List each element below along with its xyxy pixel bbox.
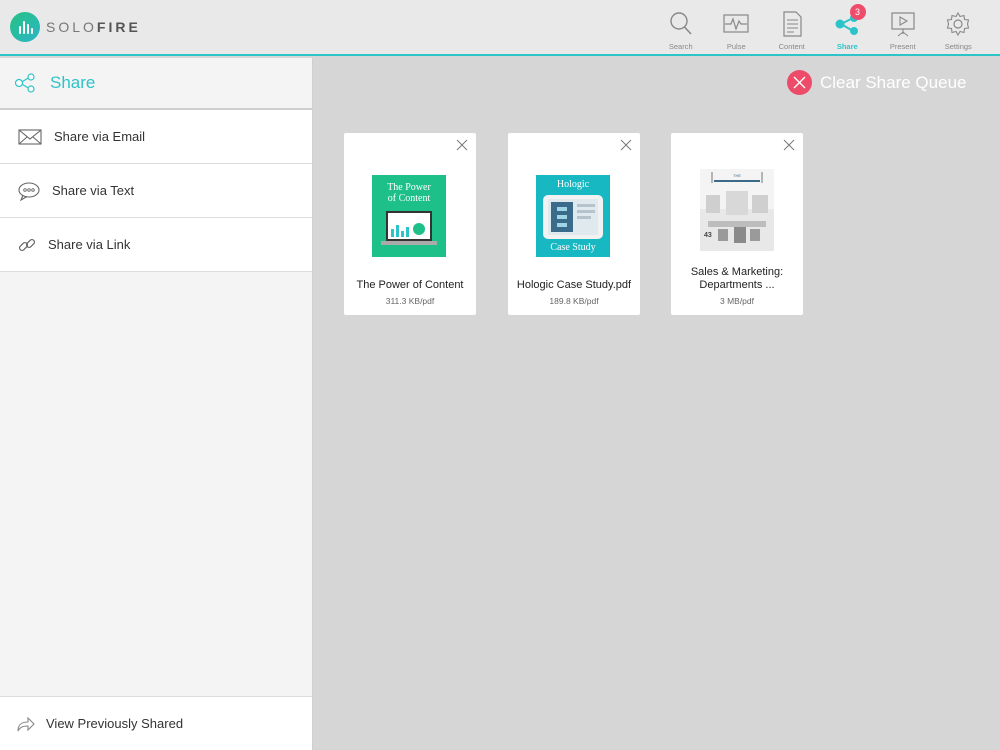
solofire-logo[interactable]: SOLOFIRE (10, 12, 141, 42)
sidebar-title: Share (50, 73, 96, 92)
chat-bubble-icon (18, 181, 40, 201)
nav-settings[interactable]: Settings (931, 8, 987, 54)
card-file-meta: 189.8 KB/pdf (549, 296, 599, 306)
view-previously-shared[interactable]: View Previously Shared (0, 696, 312, 750)
nav-share-label: Share (836, 42, 858, 51)
card-file-name: Hologic Case Study.pdf (516, 279, 632, 291)
nav-pulse-label: Pulse (726, 42, 746, 51)
top-bar: SOLOFIRE Search Pulse Content 3 Share Pr… (0, 0, 1000, 56)
share-via-link-label: Share via Link (48, 237, 131, 252)
svg-text:43: 43 (704, 232, 712, 239)
share-via-email[interactable]: Share via Email (0, 110, 312, 164)
card-file-meta: 3 MB/pdf (719, 296, 755, 306)
remove-close-icon[interactable] (620, 139, 632, 151)
nav-present[interactable]: Present (875, 8, 931, 54)
queue-card[interactable]: THE 43 Sales & Marketing: Departments ..… (671, 133, 803, 315)
clear-x-icon (787, 70, 812, 95)
share-count-badge: 3 (849, 4, 866, 20)
nav-share[interactable]: 3 Share (820, 4, 876, 54)
main-nav: Search Pulse Content 3 Share Present Set… (653, 4, 987, 54)
gear-icon (947, 11, 970, 37)
logo-mark-icon (10, 12, 40, 42)
thumb-title-line1: The Power (387, 182, 431, 193)
nav-settings-label: Settings (944, 42, 972, 51)
share-via-email-label: Share via Email (54, 129, 146, 144)
nav-search-label: Search (668, 42, 693, 51)
sidebar-header: Share (0, 58, 312, 110)
nav-content-label: Content (778, 42, 805, 51)
queue-card[interactable]: The Power of Content The Power of Conten… (344, 133, 476, 315)
tablet-icon (543, 195, 603, 239)
share-sidebar: Share Share via Email Share via Text Sha… (0, 58, 313, 750)
share-via-text-label: Share via Text (52, 183, 135, 198)
nav-pulse[interactable]: Pulse (709, 8, 765, 54)
document-thumbnail: Hologic Case Study (536, 175, 610, 257)
share-outline-icon (14, 73, 35, 93)
document-thumbnail: THE 43 (700, 169, 774, 251)
share-via-link[interactable]: Share via Link (0, 218, 312, 272)
thumb-title-line2: of Content (387, 193, 431, 204)
link-icon (18, 238, 36, 251)
remove-close-icon[interactable] (783, 139, 795, 151)
search-icon (670, 12, 692, 35)
nav-present-label: Present (889, 42, 916, 51)
thumb-title-line1: Hologic (556, 179, 590, 190)
queue-card[interactable]: Hologic Case Study Hologic Case Study.pd… (508, 133, 640, 315)
clear-share-queue-label: Clear Share Queue (820, 72, 967, 92)
laptop-icon (381, 211, 437, 245)
thumb-title-line2: Case Study (550, 242, 596, 253)
share-via-text[interactable]: Share via Text (0, 164, 312, 218)
svg-text:THE: THE (733, 173, 741, 178)
document-thumbnail: The Power of Content (372, 175, 446, 257)
card-file-name: The Power of Content (356, 279, 464, 291)
card-file-name: Sales & Marketing: Departments ... (690, 266, 784, 291)
pulse-icon (723, 14, 749, 33)
envelope-icon (18, 128, 42, 145)
present-icon (891, 12, 915, 37)
clear-share-queue-button[interactable]: Clear Share Queue (787, 70, 966, 95)
view-previously-shared-label: View Previously Shared (46, 716, 184, 731)
document-icon (783, 11, 802, 37)
card-file-meta: 311.3 KB/pdf (385, 296, 435, 306)
remove-close-icon[interactable] (456, 139, 468, 151)
nav-search[interactable]: Search (653, 8, 709, 54)
forward-arrow-icon (17, 716, 35, 731)
nav-content[interactable]: Content (764, 8, 820, 54)
logo-wordmark: SOLOFIRE (46, 19, 141, 35)
